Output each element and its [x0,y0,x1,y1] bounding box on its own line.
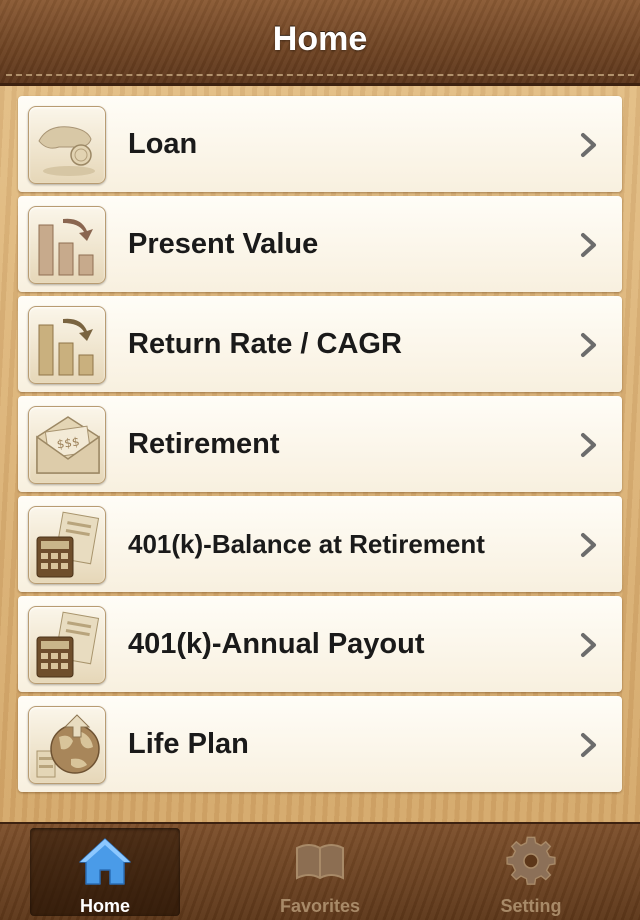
menu-item-label: Loan [128,128,198,160]
tab-home[interactable]: Home [30,828,180,916]
chevron-right-icon [578,132,600,158]
chevron-right-icon [578,432,600,458]
tab-label: Home [79,896,130,916]
menu-item-label: Present Value [128,228,319,260]
calculator-icon [28,606,106,684]
menu-item-present-value[interactable]: Present Value [18,196,622,292]
chevron-right-icon [578,332,600,358]
money-envelope-icon: $$$ [28,406,106,484]
menu-list: Loan Present Value Return Rate / CAGR $$… [18,96,622,792]
tab-favorites[interactable]: Favorites [245,828,395,916]
menu-item-return-rate[interactable]: Return Rate / CAGR [18,296,622,392]
house-icon [78,836,132,886]
menu-item-401k-payout[interactable]: 401(k)-Annual Payout [18,596,622,692]
menu-item-retirement[interactable]: $$$ Retirement [18,396,622,492]
menu-item-401k-balance[interactable]: 401(k)-Balance at Retirement [18,496,622,592]
chevron-right-icon [578,732,600,758]
menu-item-life-plan[interactable]: Life Plan [18,696,622,792]
gear-icon [504,836,558,886]
menu-item-label: Return Rate / CAGR [128,328,402,360]
chevron-right-icon [578,632,600,658]
bar-chart-down-icon [28,206,106,284]
coin-hand-icon [28,106,106,184]
chevron-right-icon [578,232,600,258]
book-icon [293,836,347,886]
menu-background: Loan Present Value Return Rate / CAGR $$… [0,86,640,822]
page-title: Home [272,20,368,58]
menu-item-loan[interactable]: Loan [18,96,622,192]
menu-item-label: Retirement [128,428,280,460]
tab-setting[interactable]: Setting [456,828,606,916]
menu-item-label: Life Plan [128,728,249,760]
chevron-right-icon [578,532,600,558]
menu-item-label: 401(k)-Annual Payout [128,628,425,660]
tab-label: Setting [500,896,562,916]
globe-dollar-icon [28,706,106,784]
menu-item-label: 401(k)-Balance at Retirement [128,529,485,559]
nav-bar: Home [0,0,640,86]
tab-label: Favorites [279,896,361,916]
tab-bar: Home Favorites Setting [0,822,640,920]
bar-chart-down-icon [28,306,106,384]
calculator-icon [28,506,106,584]
